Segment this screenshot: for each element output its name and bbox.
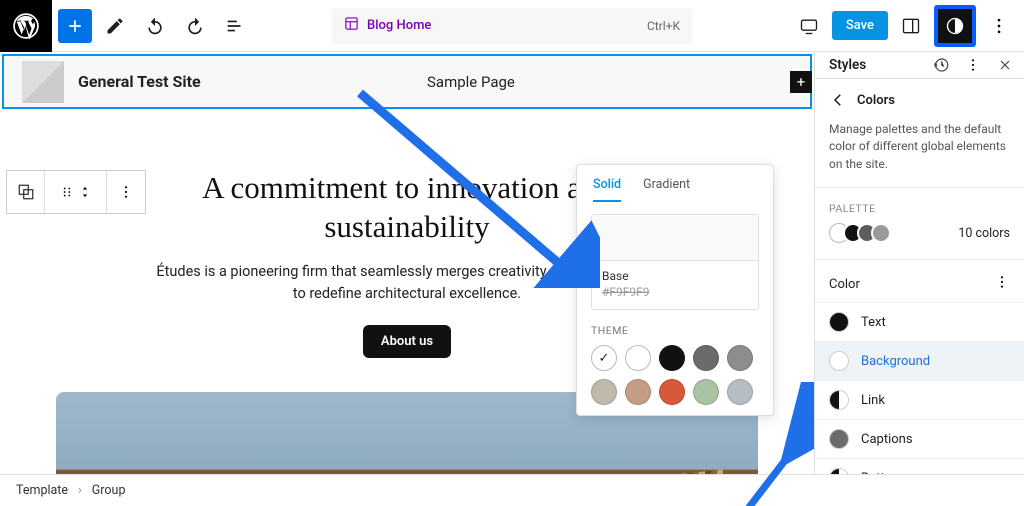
palette-label: PALETTE [815, 188, 1024, 223]
color-popover: Solid Gradient Base #F9F9F9 THEME ✓ [576, 164, 774, 416]
breadcrumb-root[interactable]: Template [16, 483, 68, 498]
color-name: Base [602, 269, 748, 283]
nav-sample-page[interactable]: Sample Page [427, 73, 515, 91]
theme-swatch[interactable] [591, 379, 617, 405]
color-swatch-preview [592, 215, 758, 261]
wordpress-icon [13, 13, 39, 39]
redo-icon [185, 16, 205, 36]
chevron-left-icon [829, 91, 847, 109]
palette-count: 10 colors [958, 226, 1010, 241]
sidebar-description: Manage palettes and the default color of… [815, 121, 1024, 188]
color-item-captions[interactable]: Captions [815, 419, 1024, 458]
undo-icon [145, 16, 165, 36]
color-item-label: Text [861, 315, 886, 330]
close-icon [997, 57, 1013, 73]
palette-preview-dots [829, 223, 891, 243]
redo-button[interactable] [178, 9, 212, 43]
dots-vertical-icon [994, 274, 1010, 290]
editor-canvas[interactable]: General Test Site Sample Page + A commit… [0, 52, 814, 506]
dots-vertical-icon [965, 57, 981, 73]
color-item-swatch [829, 429, 849, 449]
theme-swatch[interactable] [727, 345, 753, 371]
desktop-icon [799, 16, 819, 36]
sidebar-title: Styles [829, 57, 866, 73]
settings-panel-button[interactable] [894, 9, 928, 43]
sidebar-subtitle: Colors [857, 93, 895, 108]
contrast-icon [945, 16, 965, 36]
color-item-background[interactable]: Background [815, 341, 1024, 380]
command-shortcut-label: Ctrl+K [647, 19, 680, 33]
more-menu-button[interactable] [982, 9, 1016, 43]
site-logo-placeholder[interactable] [22, 61, 64, 103]
view-button[interactable] [792, 9, 826, 43]
palette-dot [871, 223, 891, 243]
color-item-label: Background [861, 354, 930, 369]
theme-swatches: ✓ [591, 345, 759, 405]
plus-icon [65, 16, 85, 36]
site-header-block[interactable]: General Test Site Sample Page + [2, 54, 812, 109]
palette-row[interactable]: 10 colors [815, 223, 1024, 260]
listview-button[interactable] [218, 9, 252, 43]
close-sidebar-button[interactable] [992, 52, 1018, 78]
styles-sidebar: Styles Colors Manage palettes and the de… [814, 52, 1024, 506]
theme-swatch[interactable] [693, 379, 719, 405]
history-icon [932, 56, 950, 74]
theme-section-label: THEME [591, 324, 759, 337]
custom-color-field[interactable]: Base #F9F9F9 [591, 214, 759, 310]
theme-swatch[interactable] [727, 379, 753, 405]
color-section-label: Color [829, 277, 860, 292]
wp-logo-button[interactable] [0, 0, 52, 52]
edit-mode-button[interactable] [98, 9, 132, 43]
sidebar-more-button[interactable] [960, 52, 986, 78]
undo-button[interactable] [138, 9, 172, 43]
document-title-label: Blog Home [367, 18, 431, 33]
theme-swatch[interactable] [659, 345, 685, 371]
dots-vertical-icon [989, 16, 1009, 36]
tab-gradient[interactable]: Gradient [643, 177, 690, 202]
color-item-label: Link [861, 393, 885, 408]
styles-toggle-button[interactable] [938, 9, 972, 43]
color-item-label: Captions [861, 432, 913, 447]
append-block-button[interactable]: + [790, 71, 812, 93]
template-icon [344, 16, 359, 35]
list-icon [224, 15, 246, 37]
site-title[interactable]: General Test Site [78, 72, 201, 91]
theme-swatch[interactable]: ✓ [591, 345, 617, 371]
theme-swatch[interactable] [693, 345, 719, 371]
about-button[interactable]: About us [363, 325, 451, 358]
color-section-more[interactable] [994, 274, 1010, 294]
theme-swatch[interactable] [659, 379, 685, 405]
sidebar-icon [901, 16, 921, 36]
chevron-right-icon: › [78, 483, 82, 498]
breadcrumb[interactable]: Template › Group [0, 474, 1024, 506]
revisions-button[interactable] [928, 52, 954, 78]
color-item-swatch [829, 390, 849, 410]
color-item-link[interactable]: Link [815, 380, 1024, 419]
pencil-icon [105, 16, 125, 36]
breadcrumb-leaf[interactable]: Group [92, 483, 126, 498]
color-hex: #F9F9F9 [602, 285, 748, 299]
theme-swatch[interactable] [625, 379, 651, 405]
block-inserter-button[interactable] [58, 9, 92, 43]
color-item-swatch [829, 312, 849, 332]
tab-solid[interactable]: Solid [593, 177, 621, 202]
theme-swatch[interactable] [625, 345, 651, 371]
sidebar-back-colors[interactable]: Colors [815, 79, 1024, 121]
document-title-bar[interactable]: Blog Home Ctrl+K [332, 8, 692, 44]
save-button[interactable]: Save [832, 11, 888, 40]
color-item-text[interactable]: Text [815, 302, 1024, 341]
color-item-swatch [829, 351, 849, 371]
styles-toggle-highlight [934, 5, 976, 47]
editor-topbar: Blog Home Ctrl+K Save [0, 0, 1024, 52]
